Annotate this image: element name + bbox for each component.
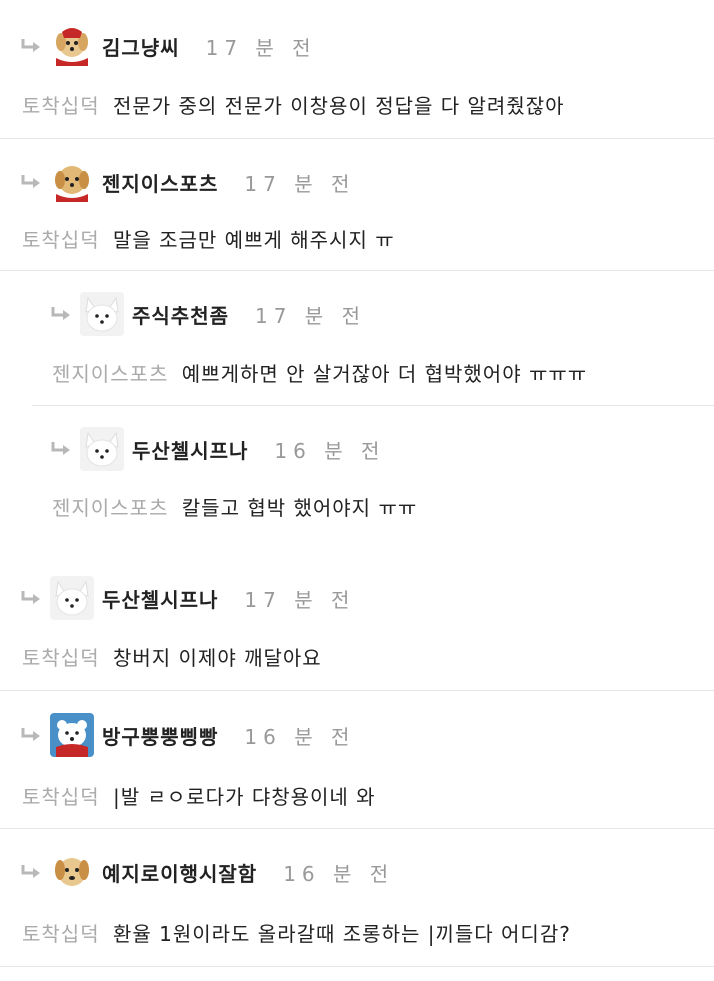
- timestamp: 16 분 전: [244, 724, 356, 749]
- divider: [0, 138, 714, 139]
- reply-arrow-icon: [51, 307, 70, 320]
- nickname[interactable]: 두산첼시프나: [132, 435, 248, 464]
- avatar[interactable]: [50, 24, 94, 68]
- reply-arrow-icon: [21, 39, 40, 52]
- reply-target[interactable]: 토착십덕: [22, 94, 100, 118]
- comment-text: 칼들고 협박 했어야지 ㅠㅠ: [181, 496, 418, 520]
- reply-target[interactable]: 토착십덕: [22, 785, 100, 809]
- divider: [0, 828, 714, 829]
- comment-text: 예쁘게하면 안 살거잖아 더 협박했어야 ㅠㅠㅠ: [181, 362, 588, 386]
- comment-text: 환율 1원이라도 올라갈때 조롱하는 |끼들다 어디감?: [112, 922, 571, 946]
- avatar[interactable]: [50, 713, 94, 757]
- comment-text: 창버지 이제야 깨달아요: [112, 646, 322, 670]
- timestamp: 17 분 전: [205, 35, 317, 60]
- reply-arrow-icon: [21, 175, 40, 188]
- avatar[interactable]: [50, 850, 94, 894]
- reply-arrow-icon: [21, 591, 40, 604]
- timestamp: 16 분 전: [274, 438, 386, 463]
- nickname[interactable]: 방구뿡뿡삥빵: [102, 721, 218, 750]
- nickname[interactable]: 김그냥씨: [102, 32, 180, 61]
- nickname[interactable]: 두산첼시프나: [102, 584, 218, 613]
- nickname[interactable]: 젠지이스포츠: [102, 168, 218, 197]
- reply-target[interactable]: 젠지이스포츠: [52, 496, 168, 520]
- divider: [0, 270, 714, 271]
- reply-target[interactable]: 젠지이스포츠: [52, 362, 168, 386]
- avatar[interactable]: [80, 427, 124, 471]
- timestamp: 16 분 전: [283, 861, 395, 886]
- timestamp: 17 분 전: [255, 303, 366, 328]
- nickname[interactable]: 예지로이행시잘함: [102, 858, 257, 887]
- comment-text: 말을 조금만 예쁘게 해주시지 ㅠ: [112, 228, 395, 252]
- divider: [0, 966, 714, 967]
- comment-text: 전문가 중의 전문가 이창용이 정답을 다 알려줬잖아: [112, 94, 565, 118]
- nickname[interactable]: 주식추천좀: [132, 300, 229, 329]
- timestamp: 17 분 전: [244, 587, 356, 612]
- timestamp: 17 분 전: [244, 171, 356, 196]
- reply-target[interactable]: 토착십덕: [22, 228, 100, 252]
- reply-target[interactable]: 토착십덕: [22, 646, 100, 670]
- avatar[interactable]: [80, 292, 124, 336]
- reply-arrow-icon: [21, 728, 40, 741]
- avatar[interactable]: [50, 576, 94, 620]
- comment-text: |발 ㄹㅇ로다가 댜창용이네 와: [112, 785, 376, 809]
- divider: [32, 405, 714, 406]
- divider: [0, 690, 714, 691]
- reply-arrow-icon: [21, 865, 40, 878]
- reply-target[interactable]: 토착십덕: [22, 922, 100, 946]
- reply-arrow-icon: [51, 442, 70, 455]
- avatar[interactable]: [50, 160, 94, 204]
